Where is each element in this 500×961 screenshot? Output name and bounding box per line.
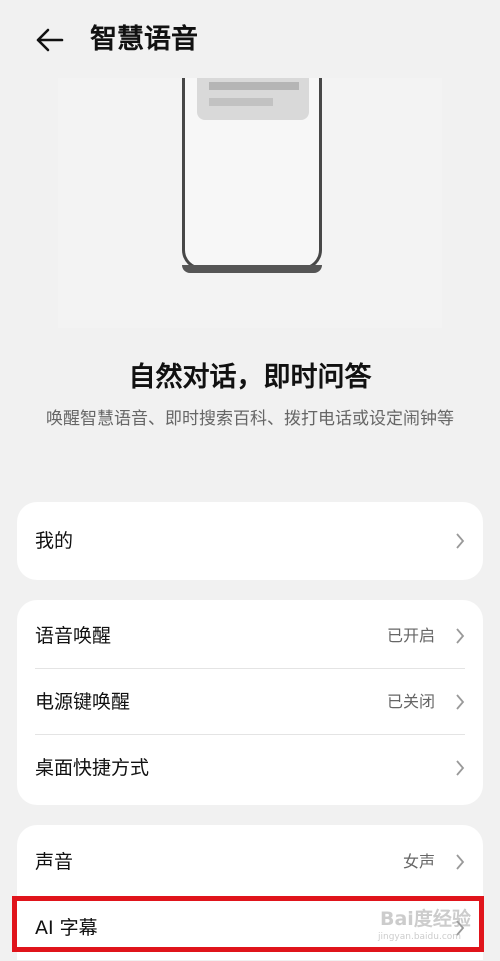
row-desktop-shortcut[interactable]: 桌面快捷方式 bbox=[17, 735, 483, 805]
chevron-right-icon bbox=[456, 694, 465, 710]
row-voice-wakeup[interactable]: 语音唤醒 已开启 bbox=[17, 603, 483, 669]
phone-illustration bbox=[58, 78, 442, 328]
chevron-right-icon bbox=[456, 628, 465, 644]
phone-frame bbox=[182, 78, 322, 273]
app-header: 智慧语音 bbox=[0, 0, 500, 80]
watermark: Bai度经验 jingyan.baidu.com bbox=[376, 902, 486, 952]
settings-card-mine: 我的 bbox=[17, 502, 483, 580]
chevron-right-icon bbox=[456, 854, 465, 870]
row-power-key-wakeup[interactable]: 电源键唤醒 已关闭 bbox=[17, 669, 483, 735]
back-arrow-icon[interactable] bbox=[30, 20, 70, 60]
chevron-right-icon bbox=[456, 533, 465, 549]
row-mine[interactable]: 我的 bbox=[17, 502, 483, 580]
row-status-value: 女声 bbox=[402, 852, 435, 871]
row-label: 我的 bbox=[35, 530, 74, 552]
row-status-value: 已开启 bbox=[386, 626, 435, 645]
row-voice[interactable]: 声音 女声 bbox=[17, 829, 483, 895]
row-label: 桌面快捷方式 bbox=[35, 757, 150, 779]
row-label: 电源键唤醒 bbox=[35, 691, 131, 713]
watermark-brand: Bai度经验 bbox=[380, 908, 471, 930]
watermark-url: jingyan.baidu.com bbox=[378, 932, 462, 942]
row-label: 声音 bbox=[35, 851, 74, 873]
feature-description: 唤醒智慧语音、即时搜索百科、拨打电话或设定闹钟等 bbox=[46, 409, 454, 429]
row-status-value: 已关闭 bbox=[386, 692, 435, 711]
notification-card bbox=[197, 78, 309, 120]
row-label: 语音唤醒 bbox=[35, 625, 112, 647]
feature-headline: 自然对话，即时问答 bbox=[128, 362, 372, 393]
page-title: 智慧语音 bbox=[90, 24, 198, 55]
settings-card-wakeup: 语音唤醒 已开启 电源键唤醒 已关闭 桌面快捷方式 bbox=[17, 600, 483, 805]
chevron-right-icon bbox=[456, 760, 465, 776]
